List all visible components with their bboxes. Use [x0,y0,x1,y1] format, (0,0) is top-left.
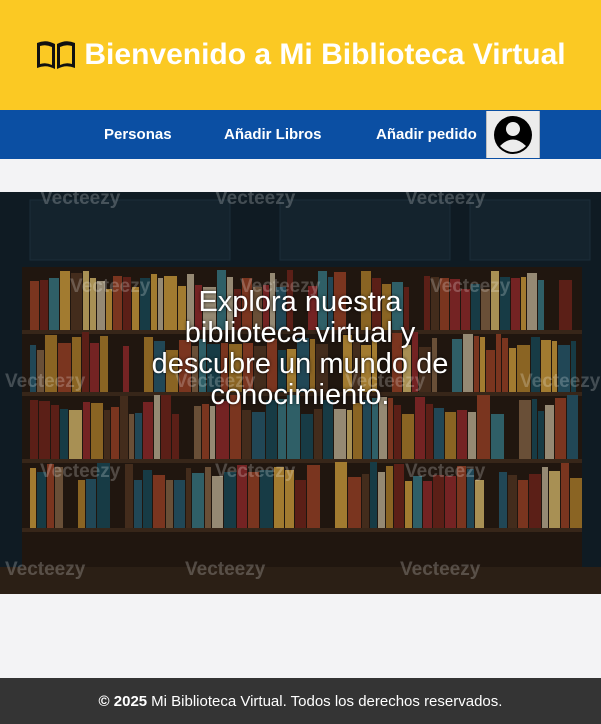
svg-text:Vecteezy: Vecteezy [5,559,86,580]
svg-text:Vecteezy: Vecteezy [185,559,266,580]
svg-text:Vecteezy: Vecteezy [40,461,121,482]
site-footer: © 2025 Mi Biblioteca Virtual. Todos los … [0,678,601,724]
nav-personas[interactable]: Personas [104,110,172,159]
copyright-year: © 2025 [98,692,148,710]
svg-text:Vecteezy: Vecteezy [70,276,151,297]
site-header: Bienvenido a Mi Biblioteca Virtual [0,0,601,110]
nav-anadir-pedido[interactable]: Añadir pedido [376,110,477,159]
nav-anadir-libros[interactable]: Añadir Libros [224,110,322,159]
open-book-icon [35,39,77,71]
footer-text: Mi Biblioteca Virtual. Todos los derecho… [151,692,503,710]
page-title-text: Bienvenido a Mi Biblioteca Virtual [84,38,566,71]
svg-text:Vecteezy: Vecteezy [405,461,486,482]
page-title: Bienvenido a Mi Biblioteca Virtual [35,38,566,72]
svg-text:Vecteezy: Vecteezy [405,192,486,209]
svg-text:Vecteezy: Vecteezy [400,559,481,580]
user-avatar-icon [494,115,532,154]
svg-text:Vecteezy: Vecteezy [215,192,296,209]
profile-button[interactable] [486,111,540,158]
svg-text:Vecteezy: Vecteezy [215,461,296,482]
hero-text: Explora nuestra biblioteca virtual y des… [151,286,449,411]
svg-text:Vecteezy: Vecteezy [5,371,86,392]
hero-banner: Vecteezy Vecteezy Vecteezy Vecteezy Vect… [0,192,601,594]
svg-text:Vecteezy: Vecteezy [40,192,121,209]
svg-text:Vecteezy: Vecteezy [520,371,601,392]
